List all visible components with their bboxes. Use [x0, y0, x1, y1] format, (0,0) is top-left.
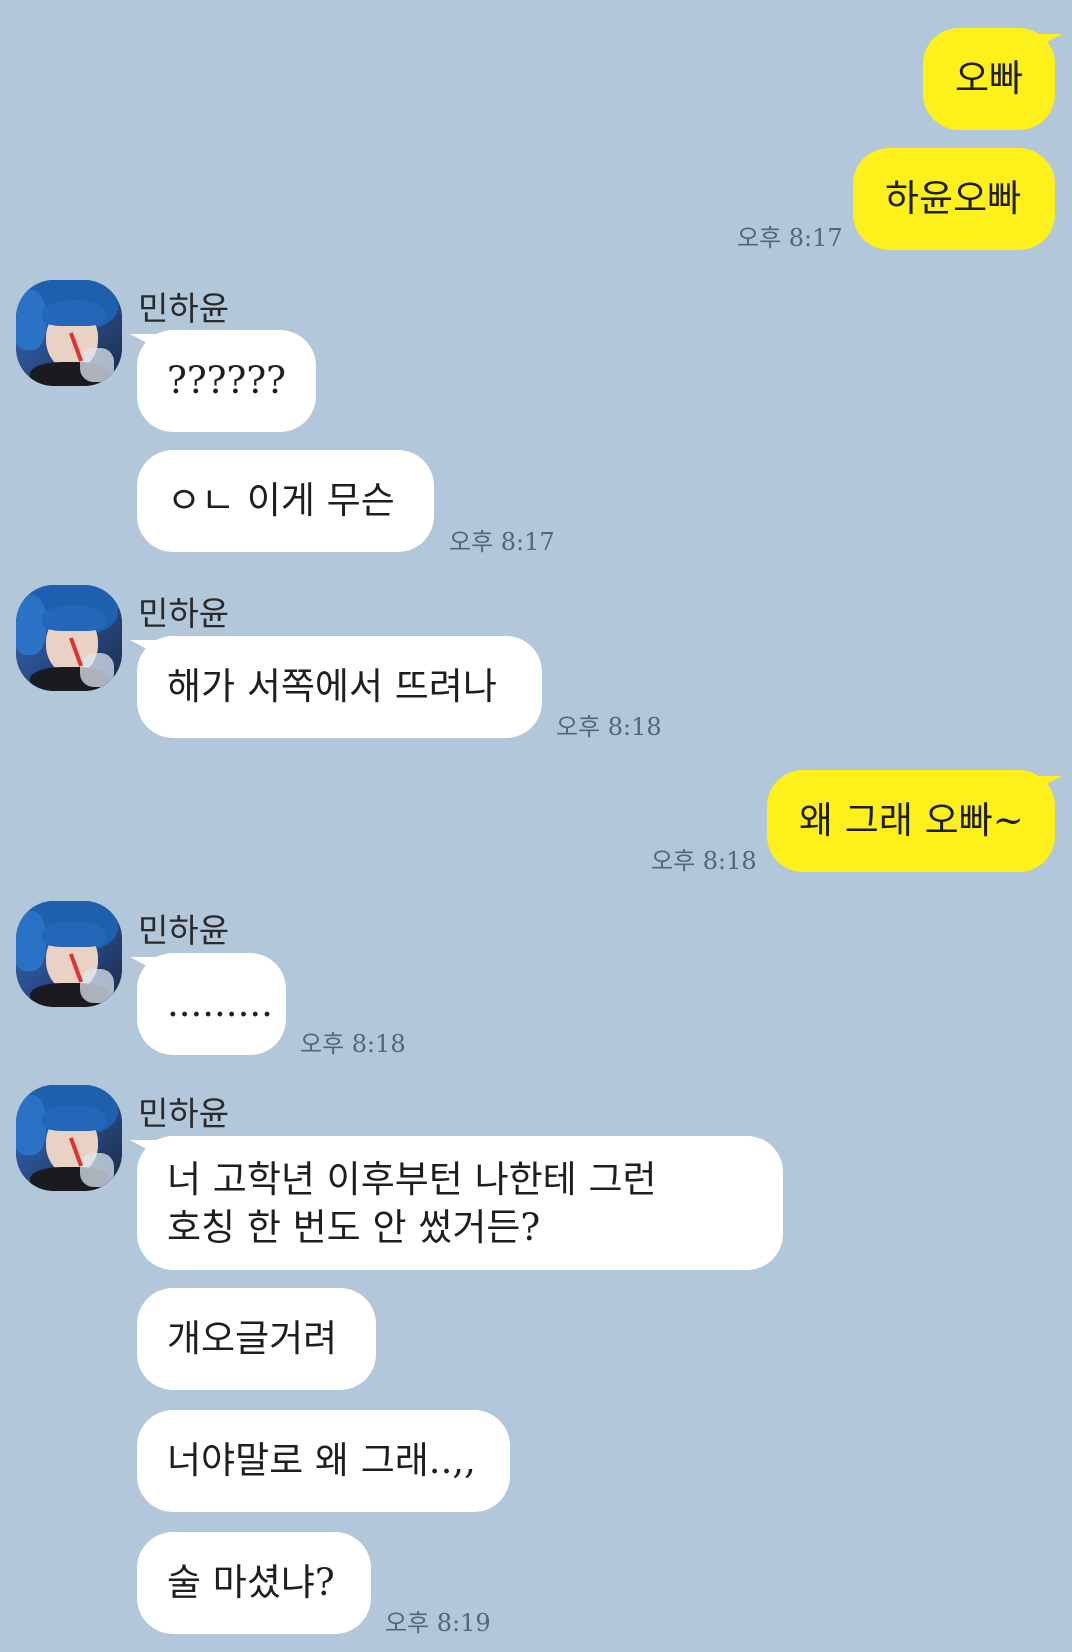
message-text: 해가 서쪽에서 뜨려나 [167, 665, 497, 708]
chat-area[interactable]: 오빠 하윤오빠 오후 8:17 민하윤 ?????? ㅇㄴ 이게 무슨 오후 8… [0, 0, 1072, 1652]
message-text: 오빠 [955, 57, 1024, 100]
sender-name: 민하윤 [138, 594, 230, 633]
message-text: 왜 그래 오빠~ [799, 799, 1024, 842]
message-time: 오후 8:17 [737, 224, 843, 252]
my-message-bubble[interactable]: 오빠 [923, 28, 1055, 130]
their-message-bubble[interactable]: 술 마셨냐? [137, 1532, 371, 1634]
avatar[interactable] [16, 280, 122, 386]
their-message-bubble[interactable]: ......... [137, 953, 286, 1055]
message-text-line: 호칭 한 번도 안 썼거든? [167, 1206, 541, 1249]
their-message-bubble[interactable]: 개오글거려 [137, 1288, 376, 1390]
message-text: 너야말로 왜 그래..,, [167, 1439, 476, 1482]
sender-name: 민하윤 [138, 911, 230, 950]
message-time: 오후 8:18 [556, 713, 662, 741]
their-message-bubble[interactable]: ㅇㄴ 이게 무슨 [137, 450, 434, 552]
message-text: 술 마셨냐? [167, 1561, 335, 1604]
message-text: 개오글거려 [167, 1317, 338, 1360]
message-text-line: 너 고학년 이후부턴 나한테 그런 [167, 1158, 657, 1201]
avatar[interactable] [16, 1085, 122, 1191]
message-time: 오후 8:17 [449, 528, 555, 556]
sender-name: 민하윤 [138, 1094, 230, 1133]
their-message-bubble[interactable]: 너 고학년 이후부턴 나한테 그런 호칭 한 번도 안 썼거든? [137, 1136, 783, 1270]
message-text: ㅇㄴ 이게 무슨 [167, 479, 395, 522]
message-text: ?????? [167, 359, 287, 402]
message-time: 오후 8:18 [651, 847, 757, 875]
sender-name: 민하윤 [138, 289, 230, 328]
message-time: 오후 8:18 [300, 1030, 406, 1058]
avatar[interactable] [16, 585, 122, 691]
their-message-bubble[interactable]: 너야말로 왜 그래..,, [137, 1410, 510, 1512]
message-time: 오후 8:19 [385, 1609, 491, 1637]
my-message-bubble[interactable]: 하윤오빠 [853, 148, 1055, 250]
message-text: 하윤오빠 [885, 177, 1022, 220]
their-message-bubble[interactable]: ?????? [137, 330, 316, 432]
avatar[interactable] [16, 901, 122, 1007]
message-text: ......... [167, 982, 273, 1025]
their-message-bubble[interactable]: 해가 서쪽에서 뜨려나 [137, 636, 542, 738]
my-message-bubble[interactable]: 왜 그래 오빠~ [767, 770, 1055, 872]
